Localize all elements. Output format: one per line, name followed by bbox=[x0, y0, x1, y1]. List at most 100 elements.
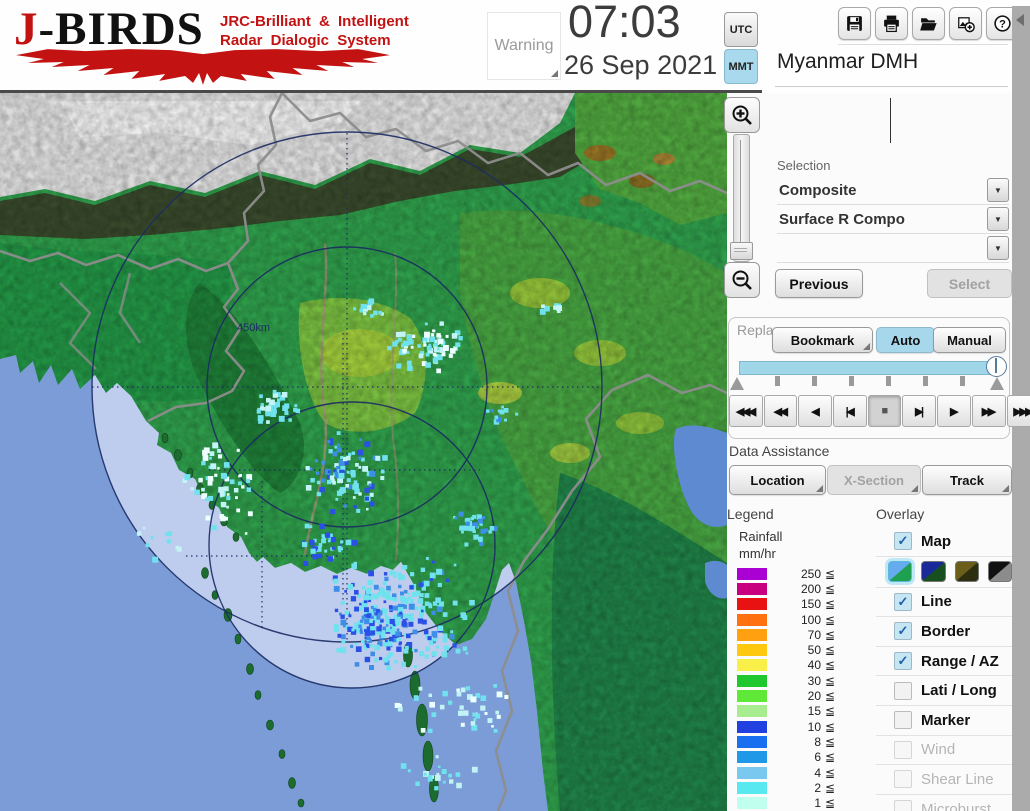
chevron-down-icon[interactable]: ▼ bbox=[987, 236, 1009, 260]
overlay-list: ✓ Map ✓ Line ✓ Border ✓ Range / AZ Lati / Long Ma… bbox=[876, 527, 1012, 811]
auto-button[interactable]: Auto bbox=[876, 327, 935, 353]
clock-date: 26 Sep 2021 bbox=[564, 50, 718, 80]
utc-button[interactable]: UTC bbox=[724, 12, 758, 47]
open-folder-button[interactable] bbox=[912, 7, 945, 40]
zoom-slider-line bbox=[740, 140, 741, 242]
range-az-checkbox[interactable]: ✓ bbox=[894, 652, 912, 671]
print-button[interactable] bbox=[875, 7, 908, 40]
legend-color-swatch bbox=[737, 766, 767, 779]
line-checkbox[interactable]: ✓ bbox=[894, 592, 912, 611]
legend-row: 100 ≦ bbox=[737, 612, 835, 627]
legend-value: 200 bbox=[800, 581, 821, 596]
replay-timeline-handle[interactable] bbox=[986, 356, 1007, 377]
overlay-item-wind[interactable]: Wind bbox=[876, 736, 1012, 766]
step-back-button[interactable]: ◀ bbox=[798, 395, 833, 427]
bookmark-button[interactable]: Bookmark bbox=[772, 327, 873, 353]
overlay-item-map[interactable]: ✓ Map bbox=[876, 527, 1012, 557]
rewind-button[interactable]: ◀◀ bbox=[763, 395, 798, 427]
timeline-tick bbox=[923, 376, 928, 386]
timeline-end-marker[interactable] bbox=[990, 377, 1004, 390]
legend-row: 150 ≦ bbox=[737, 597, 835, 612]
chevron-down-icon[interactable]: ▼ bbox=[987, 178, 1009, 202]
divider bbox=[775, 86, 1008, 87]
timeline-start-marker[interactable] bbox=[730, 377, 744, 390]
legend-color-swatch bbox=[737, 582, 767, 595]
shear-line-checkbox bbox=[894, 770, 912, 789]
legend-color-swatch bbox=[737, 735, 767, 748]
map-style-swatch-2[interactable] bbox=[921, 561, 946, 583]
export-image-icon bbox=[958, 17, 975, 33]
legend-color-swatch bbox=[737, 781, 767, 794]
location-button[interactable]: Location bbox=[729, 465, 826, 495]
export-image-button[interactable] bbox=[949, 7, 982, 40]
radar-map[interactable]: 450km bbox=[0, 93, 727, 811]
map-checkbox[interactable]: ✓ bbox=[894, 532, 912, 551]
select-button[interactable]: Select bbox=[927, 269, 1012, 298]
manual-button[interactable]: Manual bbox=[933, 327, 1006, 353]
collapse-arrow-icon[interactable] bbox=[1016, 14, 1024, 26]
chevron-down-icon[interactable]: ▼ bbox=[987, 207, 1009, 231]
zoom-in-button[interactable] bbox=[724, 97, 760, 133]
lati-long-checkbox[interactable] bbox=[894, 681, 912, 700]
skip-to-start-button[interactable]: |◀ bbox=[833, 395, 867, 427]
marker-checkbox[interactable] bbox=[894, 711, 912, 730]
legend-suffix: ≦ bbox=[825, 627, 836, 642]
timeline-tick bbox=[812, 376, 817, 386]
save-button[interactable] bbox=[838, 7, 871, 40]
timeline-tick bbox=[960, 376, 965, 386]
border-checkbox[interactable]: ✓ bbox=[894, 622, 912, 641]
composite-dropdown[interactable]: Composite ▼ bbox=[777, 176, 1009, 205]
legend-row: 2 ≦ bbox=[737, 780, 835, 795]
zoom-in-icon bbox=[732, 105, 752, 125]
rainfall-label: Rainfall bbox=[739, 529, 783, 544]
map-style-swatch-3[interactable] bbox=[954, 561, 979, 583]
warning-dropdown[interactable]: Warning bbox=[487, 12, 561, 80]
header: J-BIRDS JRC-Brilliant & Intelligent Rada… bbox=[0, 0, 1030, 93]
overlay-item-shear-line[interactable]: Shear Line bbox=[876, 765, 1012, 795]
legend-row: 200 ≦ bbox=[737, 581, 835, 596]
play-button[interactable]: ▶ bbox=[937, 395, 971, 427]
legend-value: 1 bbox=[814, 796, 821, 811]
legend-color-swatch bbox=[737, 705, 767, 718]
map-style-selector bbox=[876, 557, 1012, 588]
composite-value: Composite bbox=[779, 181, 857, 199]
overlay-item-line[interactable]: ✓ Line bbox=[876, 588, 1012, 618]
microburst-checkbox bbox=[894, 800, 912, 811]
overlay-item-range-az[interactable]: ✓ Range / AZ bbox=[876, 647, 1012, 677]
mmt-button[interactable]: MMT bbox=[724, 49, 758, 84]
track-button[interactable]: Track bbox=[922, 465, 1012, 495]
legend-row: 1 ≦ bbox=[737, 795, 835, 810]
forward-button[interactable]: ▶▶ bbox=[971, 395, 1006, 427]
overlay-item-microburst[interactable]: Microburst bbox=[876, 795, 1012, 811]
map-style-swatch-1[interactable] bbox=[888, 561, 913, 583]
range-label: 450km bbox=[237, 322, 270, 334]
map-style-swatch-4[interactable] bbox=[987, 561, 1012, 583]
legend-suffix: ≦ bbox=[825, 581, 836, 596]
overlay-item-marker[interactable]: Marker bbox=[876, 706, 1012, 736]
legend-suffix: ≦ bbox=[825, 673, 836, 688]
x-section-button[interactable]: X-Section bbox=[827, 465, 921, 495]
legend-value: 150 bbox=[800, 597, 821, 612]
warning-label: Warning bbox=[494, 37, 554, 54]
overlay-item-border[interactable]: ✓ Border bbox=[876, 617, 1012, 647]
fast-rewind-button[interactable]: ◀◀◀ bbox=[729, 395, 763, 427]
legend-color-swatch bbox=[737, 797, 767, 810]
zoom-out-button[interactable] bbox=[724, 262, 760, 298]
product-dropdown[interactable]: Surface R Compo ▼ bbox=[777, 205, 1009, 234]
previous-button[interactable]: Previous bbox=[775, 269, 863, 298]
fast-forward-button[interactable]: ▶▶▶ bbox=[1006, 395, 1030, 427]
toolbar: ? bbox=[838, 7, 1019, 40]
rainfall-unit-label: mm/hr bbox=[739, 546, 776, 561]
overlay-item-lati-long[interactable]: Lati / Long bbox=[876, 676, 1012, 706]
legend-value: 10 bbox=[807, 719, 821, 734]
save-icon bbox=[847, 16, 862, 31]
replay-timeline-track[interactable] bbox=[739, 361, 999, 375]
skip-to-end-button[interactable]: ▶| bbox=[902, 395, 937, 427]
microburst-label: Microburst bbox=[921, 800, 992, 811]
zoom-slider-handle[interactable] bbox=[730, 242, 753, 260]
stop-button[interactable]: ■ bbox=[867, 395, 902, 427]
empty-dropdown[interactable]: ▼ bbox=[777, 234, 1009, 263]
legend-row: 40 ≦ bbox=[737, 658, 835, 673]
rainfall-legend: 250 ≦ 200 ≦ 150 ≦ 100 ≦ 70 ≦ 50 ≦ 40 ≦ 30 ≦ 20 ≦ 15 ≦ 10 ≦ 8 ≦ 6… bbox=[737, 566, 835, 811]
legend-suffix: ≦ bbox=[825, 780, 836, 795]
